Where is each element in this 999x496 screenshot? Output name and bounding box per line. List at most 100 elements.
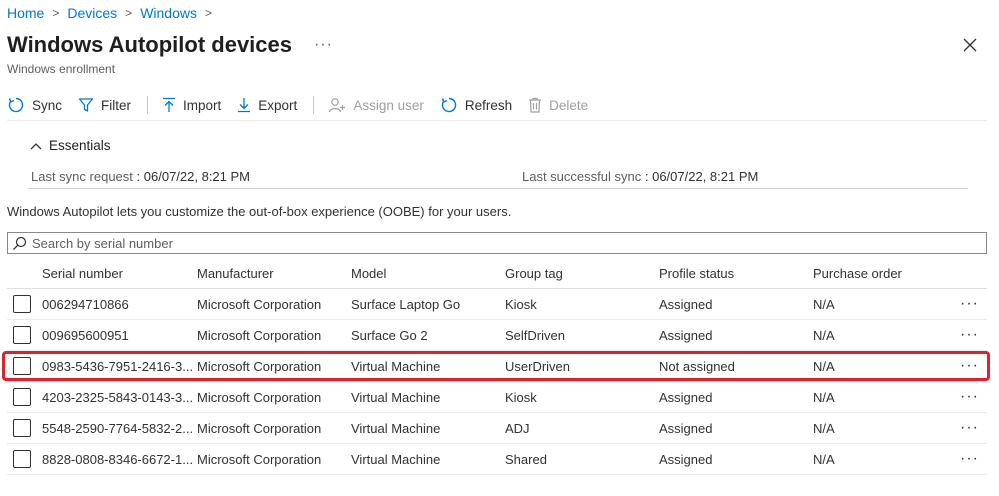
command-bar: Sync Filter Import Export Assign user Re… (7, 92, 987, 118)
breadcrumb-windows[interactable]: Windows (140, 5, 197, 21)
cell-profile-status: Assigned (659, 451, 713, 467)
table-row[interactable]: 006294710866 Microsoft Corporation Surfa… (7, 289, 987, 320)
last-sync-request-value: 06/07/22, 8:21 PM (143, 169, 251, 184)
breadcrumb-home[interactable]: Home (7, 5, 44, 21)
table-header: Serial number Manufacturer Model Group t… (7, 259, 987, 289)
assign-user-button[interactable]: Assign user (328, 97, 424, 113)
row-select (7, 326, 42, 344)
row-checkbox[interactable] (13, 450, 31, 468)
row-more-button[interactable]: ··· (953, 388, 987, 406)
last-sync-request: Last sync request : 06/07/22, 8:21 PM (31, 169, 250, 184)
search-input[interactable] (32, 235, 986, 251)
essentials-title: Essentials (49, 138, 111, 153)
cell-purchase-order: N/A (813, 389, 835, 405)
column-header-model[interactable]: Model (351, 266, 505, 281)
breadcrumb: Home > Devices > Windows > (7, 5, 220, 21)
row-select (7, 295, 42, 313)
cell-serial-number: 8828-0808-8346-6672-1... (42, 451, 194, 467)
cell-model: Virtual Machine (351, 451, 441, 467)
essentials-separator: : (136, 169, 141, 184)
breadcrumb-separator: > (125, 6, 133, 20)
refresh-icon (441, 97, 457, 113)
cell-group-tag: Kiosk (505, 389, 537, 405)
cell-purchase-order: N/A (813, 451, 835, 467)
cell-serial-number: 0983-5436-7951-2416-3... (42, 358, 194, 374)
cell-purchase-order: N/A (813, 420, 835, 436)
cell-manufacturer: Microsoft Corporation (197, 451, 322, 467)
row-checkbox[interactable] (13, 295, 31, 313)
filter-button[interactable]: Filter (78, 97, 131, 113)
breadcrumb-separator: > (52, 6, 60, 20)
cell-group-tag: Shared (505, 451, 547, 467)
assign-user-label: Assign user (353, 97, 424, 113)
cell-serial-number: 009695600951 (42, 327, 129, 343)
close-icon (963, 38, 977, 52)
essentials-toggle[interactable]: Essentials (30, 138, 111, 153)
cell-purchase-order: N/A (813, 358, 835, 374)
essentials-divider (28, 188, 968, 189)
export-label: Export (258, 97, 298, 113)
row-more-button[interactable]: ··· (953, 326, 987, 344)
row-more-button[interactable]: ··· (953, 419, 987, 437)
cell-model: Surface Laptop Go (351, 296, 461, 312)
last-successful-sync-value: 06/07/22, 8:21 PM (652, 169, 759, 184)
row-select (7, 357, 42, 375)
column-header-group-tag[interactable]: Group tag (505, 266, 659, 281)
page-subtitle: Windows enrollment (7, 62, 116, 76)
breadcrumb-devices[interactable]: Devices (67, 5, 117, 21)
table-row[interactable]: 009695600951 Microsoft Corporation Surfa… (7, 320, 987, 351)
cell-profile-status: Not assigned (659, 358, 735, 374)
export-icon (238, 98, 251, 113)
add-user-icon (329, 98, 346, 113)
cell-model: Virtual Machine (351, 389, 441, 405)
delete-button[interactable]: Delete (528, 97, 588, 113)
sync-icon (8, 97, 24, 113)
cell-profile-status: Assigned (659, 420, 713, 436)
search-box[interactable] (7, 232, 987, 254)
cell-manufacturer: Microsoft Corporation (197, 420, 322, 436)
cell-manufacturer: Microsoft Corporation (197, 389, 322, 405)
table-row[interactable]: 5548-2590-7764-5832-2... Microsoft Corpo… (7, 413, 987, 444)
last-successful-sync: Last successful sync : 06/07/22, 8:21 PM (522, 169, 758, 184)
import-button[interactable]: Import (162, 97, 221, 113)
row-more-button[interactable]: ··· (953, 295, 987, 313)
row-select (7, 388, 42, 406)
search-icon (13, 236, 27, 250)
table-row[interactable]: 8828-0808-8346-6672-1... Microsoft Corpo… (7, 444, 987, 475)
column-header-purchase-order[interactable]: Purchase order (813, 266, 953, 281)
row-more-button[interactable]: ··· (953, 357, 987, 375)
row-more-button[interactable]: ··· (953, 450, 987, 468)
devices-table: Serial number Manufacturer Model Group t… (7, 259, 987, 475)
sync-button[interactable]: Sync (7, 96, 62, 114)
cell-profile-status: Assigned (659, 296, 713, 312)
row-checkbox[interactable] (13, 326, 31, 344)
column-header-profile-status[interactable]: Profile status (659, 266, 813, 281)
cell-group-tag: Kiosk (505, 296, 537, 312)
cell-profile-status: Assigned (659, 389, 713, 405)
column-header-manufacturer[interactable]: Manufacturer (197, 266, 351, 281)
toolbar-separator (313, 96, 315, 114)
table-row[interactable]: 4203-2325-5843-0143-3... Microsoft Corpo… (7, 382, 987, 413)
row-checkbox[interactable] (13, 357, 31, 375)
page-more-button[interactable]: ··· (314, 36, 333, 54)
last-successful-sync-label: Last successful sync (522, 169, 642, 184)
cell-model: Virtual Machine (351, 420, 441, 436)
title-row: Windows Autopilot devices ··· (7, 32, 333, 58)
table-row[interactable]: 0983-5436-7951-2416-3... Microsoft Corpo… (7, 351, 987, 382)
close-button[interactable] (963, 38, 979, 54)
filter-icon (78, 98, 94, 112)
last-sync-request-label: Last sync request (31, 169, 133, 184)
breadcrumb-separator: > (204, 6, 212, 20)
column-header-serial-number[interactable]: Serial number (42, 266, 197, 281)
toolbar-divider (7, 120, 987, 121)
cell-manufacturer: Microsoft Corporation (197, 327, 322, 343)
cell-group-tag: UserDriven (505, 358, 571, 374)
cell-purchase-order: N/A (813, 296, 835, 312)
row-checkbox[interactable] (13, 419, 31, 437)
row-checkbox[interactable] (13, 388, 31, 406)
refresh-button[interactable]: Refresh (440, 96, 512, 114)
export-button[interactable]: Export (237, 97, 297, 113)
import-icon (163, 97, 176, 112)
page-title: Windows Autopilot devices (7, 32, 293, 57)
row-select (7, 419, 42, 437)
